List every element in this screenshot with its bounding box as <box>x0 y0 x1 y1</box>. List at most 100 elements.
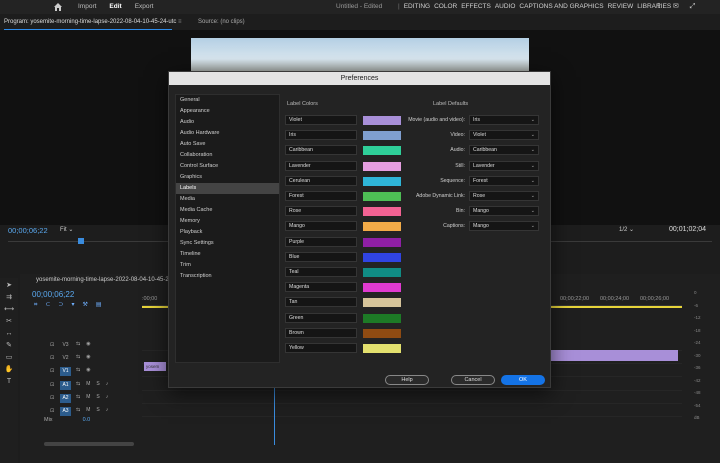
category-memory[interactable]: Memory <box>176 216 279 227</box>
workspace-editing[interactable]: EDITING <box>404 3 430 10</box>
microphone-icon[interactable]: ♪ <box>106 407 115 413</box>
zoom-select[interactable]: Fit ⌄ <box>60 226 73 233</box>
mute-icon[interactable]: M <box>86 407 96 413</box>
label-name-field[interactable]: Violet <box>285 115 357 125</box>
wrench-icon[interactable]: ⚒ <box>82 302 95 308</box>
video-clip[interactable]: yosem <box>144 362 166 371</box>
nav-import[interactable]: Import <box>78 3 96 10</box>
workspace-review[interactable]: REVIEW <box>608 3 634 10</box>
label-default-select[interactable]: Violet ⌄ <box>469 130 539 141</box>
workspace-audio[interactable]: AUDIO <box>495 3 516 10</box>
microphone-icon[interactable]: ♪ <box>106 394 115 400</box>
track-target-v3[interactable]: V3 <box>60 341 71 350</box>
category-sync-settings[interactable]: Sync Settings <box>176 238 279 249</box>
sync-lock-icon[interactable]: ⇆ <box>76 367 86 373</box>
video-clip[interactable] <box>550 350 678 361</box>
label-name-field[interactable]: Cerulean <box>285 175 357 186</box>
label-default-select[interactable]: Mango ⌄ <box>469 221 539 232</box>
category-labels[interactable]: Labels <box>176 183 279 194</box>
home-icon[interactable] <box>53 2 63 12</box>
solo-icon[interactable]: S <box>96 381 105 387</box>
category-media-cache[interactable]: Media Cache <box>176 205 279 216</box>
track-target-a2[interactable]: A2 <box>60 394 71 403</box>
sync-lock-icon[interactable]: ⇆ <box>76 394 86 400</box>
eye-icon[interactable]: ◉ <box>86 367 96 373</box>
mute-icon[interactable]: M <box>86 394 96 400</box>
label-name-field[interactable]: Lavender <box>285 160 357 171</box>
tab-menu-icon[interactable]: ≡ <box>178 19 182 25</box>
category-audio-hardware[interactable]: Audio Hardware <box>176 128 279 139</box>
category-graphics[interactable]: Graphics <box>176 172 279 183</box>
label-name-field[interactable]: Caribbean <box>285 145 357 156</box>
sync-lock-icon[interactable]: ⇆ <box>76 341 86 347</box>
monitor-timecode[interactable]: 00;00;06;22 <box>8 226 48 235</box>
horizontal-scrollbar[interactable] <box>44 442 134 446</box>
workspace-captions-and-graphics[interactable]: CAPTIONS AND GRAPHICS <box>519 3 603 10</box>
label-name-field[interactable]: Tan <box>285 297 357 308</box>
category-trim[interactable]: Trim <box>176 260 279 271</box>
category-appearance[interactable]: Appearance <box>176 106 279 117</box>
resolution-select[interactable]: 1/2 ⌄ <box>619 226 634 233</box>
marker-icon[interactable]: ▾ <box>71 302 82 308</box>
razor-icon[interactable]: ✂ <box>4 317 14 326</box>
timeline-timecode[interactable]: 00;00;06;22 <box>32 290 74 299</box>
track-target-v1[interactable]: V1 <box>60 367 71 376</box>
label-default-select[interactable]: Caribbean ⌄ <box>469 145 539 156</box>
category-playback[interactable]: Playback <box>176 227 279 238</box>
fullscreen-icon[interactable]: ⤢ <box>690 3 696 11</box>
track-select-icon[interactable]: ⇉ <box>4 293 14 302</box>
workspace-color[interactable]: COLOR <box>434 3 457 10</box>
category-auto-save[interactable]: Auto Save <box>176 139 279 150</box>
mix-value[interactable]: 0.0 <box>83 417 91 423</box>
label-color-swatch[interactable] <box>363 268 401 277</box>
label-color-swatch[interactable] <box>363 298 401 308</box>
category-transcription[interactable]: Transcription <box>176 271 279 282</box>
label-color-swatch[interactable] <box>363 313 401 323</box>
sync-lock-icon[interactable]: ⇆ <box>76 381 86 387</box>
label-color-swatch[interactable] <box>363 237 401 247</box>
eye-icon[interactable]: ◉ <box>86 341 96 347</box>
category-collaboration[interactable]: Collaboration <box>176 150 279 161</box>
snap-icon[interactable]: ⊂ <box>45 302 58 308</box>
sequence-tab[interactable]: yosemite-morning-time-lapse-2022-08-04-1… <box>36 277 179 283</box>
category-media[interactable]: Media <box>176 194 279 205</box>
microphone-icon[interactable]: ♪ <box>106 381 115 387</box>
label-name-field[interactable]: Mango <box>285 221 357 232</box>
track-target-v2[interactable]: V2 <box>60 354 71 363</box>
label-name-field[interactable]: Yellow <box>285 343 357 353</box>
label-name-field[interactable]: Purple <box>285 236 357 247</box>
lock-icon[interactable]: ⊡ <box>50 342 54 348</box>
selection-tool-icon[interactable]: ➤ <box>4 281 14 290</box>
lock-icon[interactable]: ⊡ <box>50 395 54 401</box>
linked-selection-icon[interactable]: ⊃ <box>58 302 71 308</box>
label-color-swatch[interactable] <box>363 283 401 293</box>
captions-icon[interactable]: ▤ <box>96 302 110 308</box>
label-name-field[interactable]: Iris <box>285 130 357 141</box>
hand-icon[interactable]: ✋ <box>4 365 14 374</box>
label-color-swatch[interactable] <box>363 252 401 262</box>
label-color-swatch[interactable] <box>363 328 401 338</box>
eye-icon[interactable]: ◉ <box>86 354 96 360</box>
category-control-surface[interactable]: Control Surface <box>176 161 279 172</box>
export-icon[interactable]: ⇪ <box>656 2 662 10</box>
track-target-a3[interactable]: A3 <box>60 407 71 416</box>
category-timeline[interactable]: Timeline <box>176 249 279 260</box>
label-name-field[interactable]: Blue <box>285 251 357 262</box>
label-color-swatch[interactable] <box>363 344 401 353</box>
tab-program-monitor[interactable]: Program: yosemite-morning-time-lapse-202… <box>4 19 176 25</box>
solo-icon[interactable]: S <box>96 407 105 413</box>
playhead-handle[interactable] <box>78 238 84 244</box>
ripple-edit-icon[interactable]: ⟷ <box>4 305 14 314</box>
mute-icon[interactable]: M <box>86 381 96 387</box>
slip-icon[interactable]: ↔ <box>4 329 14 338</box>
label-default-select[interactable]: Rose ⌄ <box>469 191 539 201</box>
cancel-button[interactable]: Cancel <box>451 375 495 385</box>
workspace-effects[interactable]: EFFECTS <box>461 3 491 10</box>
track-target-a1[interactable]: A1 <box>60 381 71 390</box>
lock-icon[interactable]: ⊡ <box>50 368 54 374</box>
pen-icon[interactable]: ✎ <box>4 341 14 350</box>
label-default-select[interactable]: Mango ⌄ <box>469 206 539 217</box>
label-name-field[interactable]: Brown <box>285 327 357 338</box>
lock-icon[interactable]: ⊡ <box>50 382 54 388</box>
label-default-select[interactable]: Iris ⌄ <box>469 115 539 125</box>
